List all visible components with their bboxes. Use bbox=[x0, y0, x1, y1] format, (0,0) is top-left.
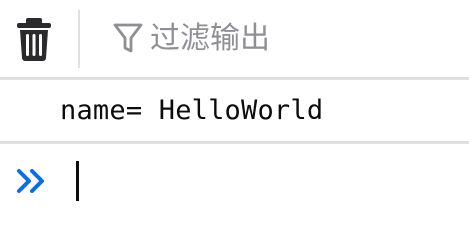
console-input-line[interactable] bbox=[0, 144, 469, 217]
web-console: name= HelloWorld bbox=[0, 0, 469, 217]
clear-console-button[interactable] bbox=[4, 9, 64, 69]
console-message: name= HelloWorld bbox=[0, 80, 469, 144]
toolbar-divider bbox=[78, 9, 80, 68]
text-caret bbox=[76, 160, 79, 201]
trash-icon bbox=[17, 17, 51, 61]
funnel-icon bbox=[110, 21, 146, 57]
double-chevron-right-icon bbox=[14, 163, 50, 199]
filter-box[interactable] bbox=[110, 14, 469, 64]
filter-output-input[interactable] bbox=[146, 21, 450, 56]
console-output-text: name= HelloWorld bbox=[60, 95, 324, 126]
console-toolbar bbox=[0, 0, 469, 80]
